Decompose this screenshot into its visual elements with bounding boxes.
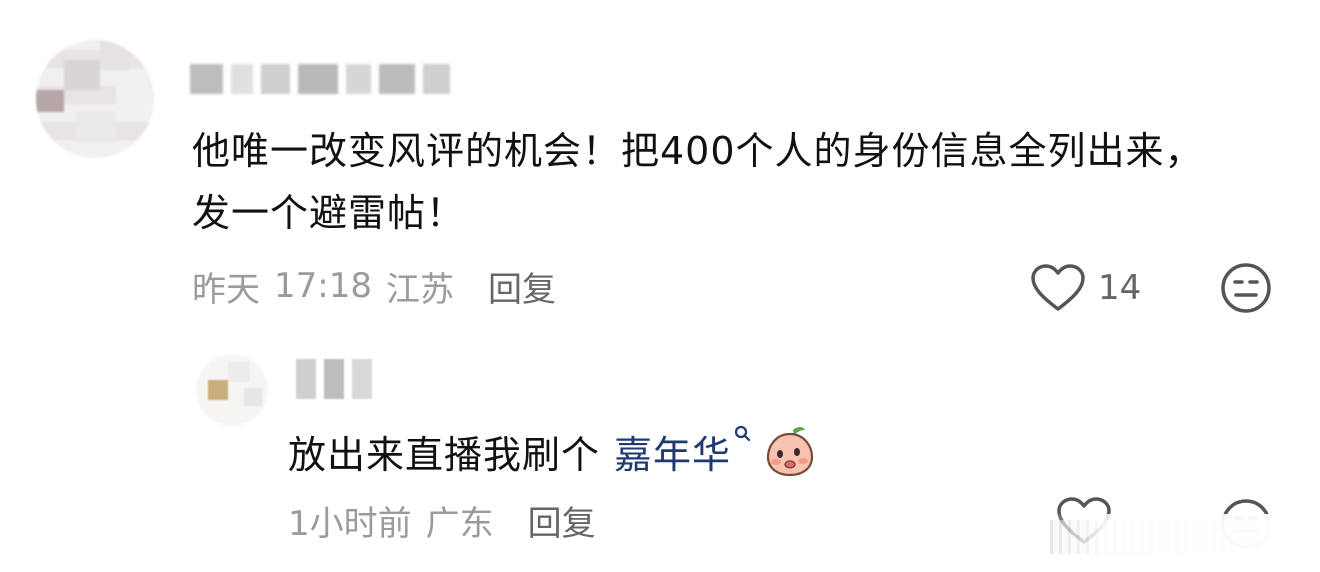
comment-meta: 昨天 17:18 江苏 回复: [192, 258, 556, 314]
fade-overlay: [1050, 514, 1320, 562]
comment-date: 昨天: [192, 269, 260, 310]
comment-thread: 他唯一改变风评的机会！把400个人的身份信息全列出来，发一个避雷帖！ 昨天 17…: [0, 0, 1320, 572]
reply-username[interactable]: [296, 356, 406, 402]
like-count: 14: [1098, 268, 1142, 308]
reply-avatar[interactable]: [196, 354, 268, 426]
reply-text: 放出来直播我刷个: [288, 432, 601, 477]
heart-icon: [1031, 264, 1085, 311]
comment-time: 17:18: [274, 266, 372, 306]
dislike-face-icon[interactable]: [1220, 262, 1272, 314]
search-icon: [734, 425, 751, 441]
reply-actions: [1050, 492, 1320, 562]
reply-text-row: 放出来直播我刷个 嘉年华: [288, 420, 817, 482]
reply-reply-button[interactable]: 回复: [528, 496, 596, 545]
comment-text: 他唯一改变风评的机会！把400个人的身份信息全列出来，发一个避雷帖！: [192, 129, 1204, 235]
reply-link[interactable]: 嘉年华: [614, 424, 751, 479]
reply-meta: 1小时前 广东 回复: [288, 494, 596, 546]
like-button[interactable]: 14: [1030, 258, 1141, 318]
reply-location: 广东: [425, 503, 494, 544]
reply-button[interactable]: 回复: [488, 262, 556, 311]
reply-time: 1小时前: [288, 503, 412, 544]
reply-link-label: 嘉年华: [614, 432, 732, 477]
username[interactable]: [190, 58, 450, 100]
emoji-peach-icon: [766, 427, 814, 477]
comment-location: 江苏: [385, 269, 454, 310]
avatar[interactable]: [36, 40, 154, 158]
